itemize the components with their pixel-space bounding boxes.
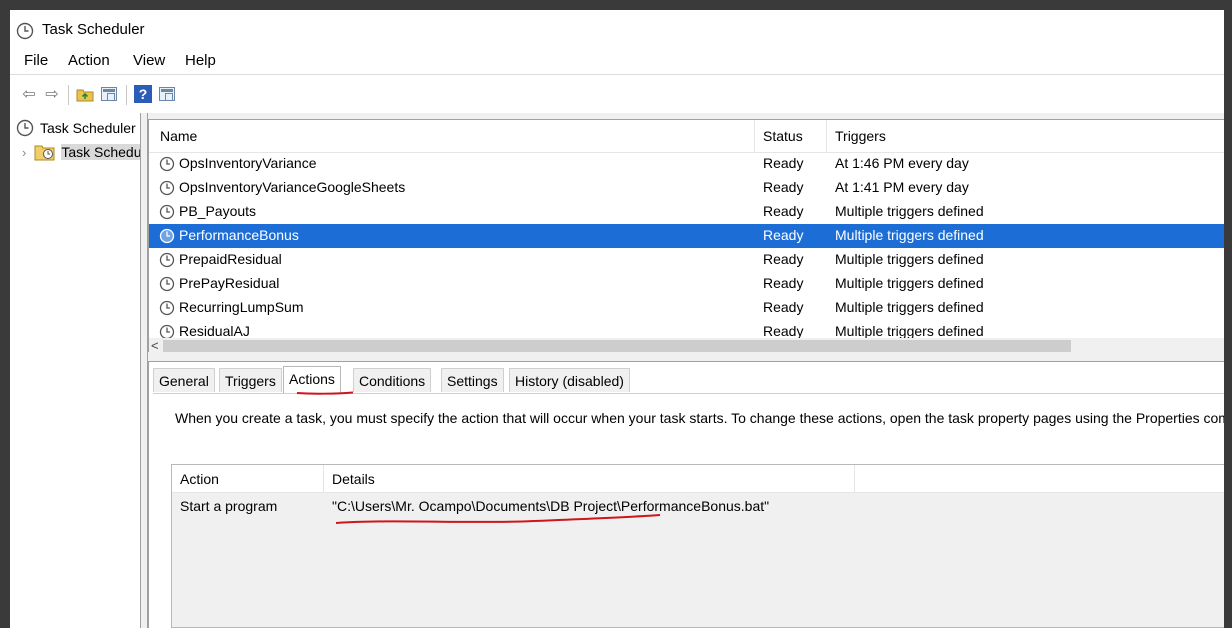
folder-clock-icon <box>34 145 55 161</box>
task-status: Ready <box>763 227 804 243</box>
chevron-right-icon[interactable]: › <box>22 145 26 160</box>
task-clock-icon <box>159 252 175 268</box>
column-divider <box>323 465 324 492</box>
task-name: ResidualAJ <box>179 323 250 339</box>
table-row[interactable]: PB_Payouts Ready Multiple triggers defined <box>149 200 1224 224</box>
clock-icon <box>16 119 34 137</box>
menu-view[interactable]: View <box>133 52 165 69</box>
task-clock-icon <box>159 156 175 172</box>
tree-root-label: Task Scheduler (Local) <box>40 120 140 136</box>
pane-splitter[interactable] <box>141 113 148 628</box>
task-clock-icon <box>159 204 175 220</box>
annotation-underline-path <box>335 514 661 524</box>
task-clock-icon <box>159 300 175 316</box>
right-pane: Name Status Triggers OpsInventoryVarianc… <box>148 113 1224 628</box>
tab-history[interactable]: History (disabled) <box>509 368 630 392</box>
menu-bar: File Action View Help <box>10 48 1224 74</box>
task-status: Ready <box>763 299 804 315</box>
task-triggers: Multiple triggers defined <box>835 227 984 243</box>
toolbar-separator <box>68 85 69 105</box>
task-name: OpsInventoryVarianceGoogleSheets <box>179 179 406 195</box>
task-name: PB_Payouts <box>179 203 257 219</box>
task-triggers: At 1:46 PM every day <box>835 155 969 171</box>
action-details: "C:\Users\Mr. Ocampo\Documents\DB Projec… <box>332 498 770 514</box>
actions-description: When you create a task, you must specify… <box>175 410 1224 426</box>
task-triggers: Multiple triggers defined <box>835 299 984 315</box>
task-triggers: At 1:41 PM every day <box>835 179 969 195</box>
table-row[interactable]: PrePayResidual Ready Multiple triggers def… <box>149 272 1224 296</box>
tree-library-label: Task Scheduler Library <box>61 144 140 160</box>
folder-up-icon[interactable] <box>76 85 94 103</box>
task-status: Ready <box>763 203 804 219</box>
scroll-thumb[interactable] <box>163 340 1071 352</box>
task-clock-icon <box>159 276 175 292</box>
task-triggers: Multiple triggers defined <box>835 251 984 267</box>
menu-file[interactable]: File <box>24 52 48 69</box>
task-triggers: Multiple triggers defined <box>835 323 984 339</box>
column-header-action[interactable]: Action <box>180 471 219 487</box>
task-name: PrepaidResidual <box>179 251 282 267</box>
column-divider <box>826 120 827 152</box>
tab-settings[interactable]: Settings <box>441 368 504 392</box>
table-row[interactable]: RecurringLumpSum Ready Multiple triggers d… <box>149 296 1224 320</box>
column-header-status[interactable]: Status <box>763 128 803 144</box>
task-name: OpsInventoryVariance <box>179 155 317 171</box>
task-status: Ready <box>763 251 804 267</box>
task-triggers: Multiple triggers defined <box>835 203 984 219</box>
show-action-pane-icon[interactable] <box>158 85 176 103</box>
annotation-underline-tab <box>296 391 354 395</box>
task-clock-icon <box>159 228 175 244</box>
task-name: RecurringLumpSum <box>179 299 304 315</box>
window-title: Task Scheduler <box>42 21 145 38</box>
tab-general[interactable]: General <box>153 368 215 392</box>
task-scheduler-window: Task Scheduler File Action View Help ⇦ ⇨… <box>10 10 1224 628</box>
console-tree: Task Scheduler (Local) › Task Scheduler … <box>10 113 141 628</box>
column-header-name[interactable]: Name <box>160 128 197 144</box>
table-row[interactable]: PrepaidResidual Ready Multiple triggers de… <box>149 248 1224 272</box>
tab-conditions[interactable]: Conditions <box>353 368 432 392</box>
scroll-left-icon[interactable]: < <box>151 338 159 352</box>
task-status: Ready <box>763 155 804 171</box>
column-divider <box>754 120 755 152</box>
column-header-details[interactable]: Details <box>332 471 375 487</box>
table-row[interactable]: OpsInventoryVariance Ready At 1:46 PM ever… <box>149 152 1224 176</box>
horizontal-scrollbar[interactable]: < <box>149 338 1224 352</box>
title-bar: Task Scheduler <box>10 10 1224 48</box>
column-divider <box>854 465 855 492</box>
tree-root-item[interactable]: Task Scheduler (Local) <box>16 117 140 139</box>
clock-icon <box>16 22 34 40</box>
task-list: Name Status Triggers OpsInventoryVarianc… <box>148 119 1224 352</box>
help-icon[interactable]: ? <box>134 85 152 103</box>
task-clock-icon <box>159 180 175 196</box>
forward-arrow-icon[interactable]: ⇨ <box>43 85 61 103</box>
toolbar: ⇦ ⇨ ? <box>10 74 1224 114</box>
task-status: Ready <box>763 275 804 291</box>
task-triggers: Multiple triggers defined <box>835 275 984 291</box>
show-hide-console-tree-icon[interactable] <box>100 85 118 103</box>
action-row[interactable]: Start a program "C:\Users\Mr. Ocampo\Doc… <box>172 492 1224 518</box>
tab-triggers[interactable]: Triggers <box>219 368 282 392</box>
task-status: Ready <box>763 179 804 195</box>
task-name: PrePayResidual <box>179 275 280 291</box>
toolbar-separator <box>126 85 127 105</box>
tree-library-item[interactable]: › Task Scheduler Library <box>22 141 140 163</box>
table-row[interactable]: OpsInventoryVarianceGoogleSheets Ready At … <box>149 176 1224 200</box>
actions-table-header: Action Details <box>172 465 1224 493</box>
actions-table: Action Details Start a program "C:\Users… <box>171 464 1224 628</box>
task-list-header: Name Status Triggers <box>149 120 1224 153</box>
task-detail-pane: General Triggers Actions Conditions Sett… <box>148 361 1224 628</box>
table-row[interactable]: PerformanceBonus Ready Multiple triggers d… <box>149 224 1224 248</box>
task-status: Ready <box>763 323 804 339</box>
menu-help[interactable]: Help <box>185 52 216 69</box>
column-header-triggers[interactable]: Triggers <box>835 128 886 144</box>
menu-action[interactable]: Action <box>68 52 110 69</box>
back-arrow-icon[interactable]: ⇦ <box>20 85 38 103</box>
task-name: PerformanceBonus <box>179 227 299 243</box>
action-type: Start a program <box>180 498 278 514</box>
